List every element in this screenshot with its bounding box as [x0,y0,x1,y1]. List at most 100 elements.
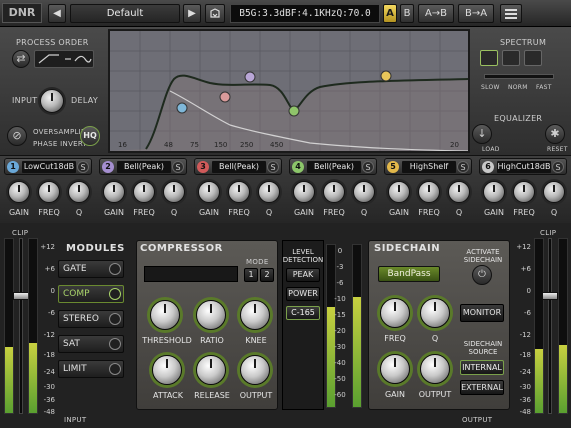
module-sat-button[interactable]: SAT [58,335,124,353]
band-1-gain-knob[interactable] [8,181,30,203]
output-fader-track[interactable] [548,238,552,414]
band-4-freq-knob[interactable] [323,181,345,203]
eq-graph[interactable]: 16 48 75 150 250 450 20 [108,29,470,153]
band-4-type[interactable]: Bell(Peak) [307,161,361,173]
sidechain-gain-knob[interactable] [380,354,410,384]
band-4-q-knob[interactable] [353,181,375,203]
sidechain-filter-type[interactable]: BandPass [378,266,440,282]
module-gate-power-icon[interactable] [109,263,121,275]
band-1-type[interactable]: LowCut18dB [22,161,76,173]
sidechain-monitor-button[interactable]: MONITOR [460,304,504,322]
band-1-q-knob[interactable] [68,181,90,203]
band-3-number[interactable]: 3 [197,161,209,173]
band-1-number[interactable]: 1 [7,161,19,173]
band-2-gain-knob[interactable] [103,181,125,203]
band-3-node[interactable] [219,91,231,103]
band-2-solo-button[interactable]: S [172,161,184,173]
load-button[interactable]: ↓ [472,124,492,144]
band-4-number[interactable]: 4 [292,161,304,173]
band-5-gain-knob[interactable] [388,181,410,203]
spectrum-freeze-button[interactable] [502,50,520,66]
phase-invert-button[interactable]: ⊘ [7,126,27,146]
module-gate-button[interactable]: GATE [58,260,124,278]
spectrum-clear-button[interactable] [524,50,542,66]
band-5-solo-button[interactable]: S [457,161,469,173]
hq-button[interactable]: HQ [80,126,100,146]
threshold-knob[interactable] [150,300,180,330]
preset-name-field[interactable]: Default [70,4,180,23]
module-comp-button[interactable]: COMP [58,285,124,303]
process-order-swap-button[interactable]: ⇄ [12,50,30,68]
band-4-gain-knob[interactable] [293,181,315,203]
band-6-gain-knob[interactable] [483,181,505,203]
band-2-node[interactable] [244,71,256,83]
compressor-mode-1-button[interactable]: 1 [244,268,258,282]
band-2-number[interactable]: 2 [102,161,114,173]
attack-knob[interactable] [152,355,182,385]
module-sat-power-icon[interactable] [109,338,121,350]
band-5-q-knob[interactable] [448,181,470,203]
band-4-solo-button[interactable]: S [362,161,374,173]
band-2-q-knob[interactable] [163,181,185,203]
input-fader-track[interactable] [19,238,23,414]
comp-output-label: OUTPUT [239,391,273,400]
band-3-freq-knob[interactable] [228,181,250,203]
module-stereo-power-icon[interactable] [109,313,121,325]
band-5-number[interactable]: 5 [387,161,399,173]
source-external-button[interactable]: EXTERNAL [460,380,504,395]
compressor-mode-2-button[interactable]: 2 [260,268,274,282]
band-3-gain-knob[interactable] [198,181,220,203]
band-3-type[interactable]: Bell(Peak) [212,161,266,173]
band-6-solo-button[interactable]: S [552,161,564,173]
sidechain-output-knob[interactable] [420,354,450,384]
band-2-type[interactable]: Bell(Peak) [117,161,171,173]
comp-output-knob[interactable] [240,355,270,385]
prev-preset-button[interactable]: ◀ [48,4,66,23]
reset-button[interactable]: ✱ [545,124,565,144]
detection-c165-button[interactable]: C-165 [286,306,320,320]
band-1-solo-button[interactable]: S [77,161,89,173]
detection-peak-button[interactable]: PEAK [286,268,320,282]
sidechain-freq-knob[interactable] [380,298,410,328]
module-limit-button[interactable]: LIMIT [58,360,124,378]
band-1-node[interactable] [176,102,188,114]
next-preset-button[interactable]: ▶ [183,4,201,23]
menu-button[interactable] [500,4,522,23]
input-fader-handle[interactable] [13,292,29,300]
copy-a-to-b-button[interactable]: A→B [418,4,454,23]
band-6-q-knob[interactable] [543,181,565,203]
ab-a-button[interactable]: A [383,4,397,23]
band-3-solo-button[interactable]: S [267,161,279,173]
band-5-type[interactable]: HighShelf [402,161,456,173]
release-knob[interactable] [196,355,226,385]
sidechain-power-button[interactable]: ⏻ [472,265,492,285]
band-5-node[interactable] [380,70,392,82]
sidechain-source-label-2: SOURCE [468,348,498,356]
band-6-type[interactable]: HighCut18dB [497,161,551,173]
input-knob[interactable] [40,89,64,113]
sidechain-q-knob[interactable] [420,298,450,328]
ratio-knob[interactable] [196,300,226,330]
source-internal-button[interactable]: INTERNAL [460,360,504,375]
detection-power-button[interactable]: POWER [286,287,320,301]
band-4-node[interactable] [288,105,300,117]
save-preset-button[interactable] [205,4,225,23]
input-footer-label: INPUT [64,416,87,424]
band-3-q-knob[interactable] [258,181,280,203]
copy-b-to-a-button[interactable]: B→A [458,4,494,23]
output-scale-8: -30 [519,383,531,391]
module-limit-power-icon[interactable] [109,363,121,375]
band-6-freq-knob[interactable] [513,181,535,203]
band-1-freq-knob[interactable] [38,181,60,203]
band-5-freq-knob[interactable] [418,181,440,203]
band-2-freq-knob[interactable] [133,181,155,203]
process-order-display[interactable] [34,50,94,68]
output-fader-handle[interactable] [542,292,558,300]
knee-knob[interactable] [240,300,270,330]
spectrum-speed-slider[interactable] [484,74,554,79]
module-comp-power-icon[interactable] [109,288,121,300]
ab-b-button[interactable]: B [400,4,414,23]
module-stereo-button[interactable]: STEREO [58,310,124,328]
spectrum-on-button[interactable] [480,50,498,66]
band-6-number[interactable]: 6 [482,161,494,173]
